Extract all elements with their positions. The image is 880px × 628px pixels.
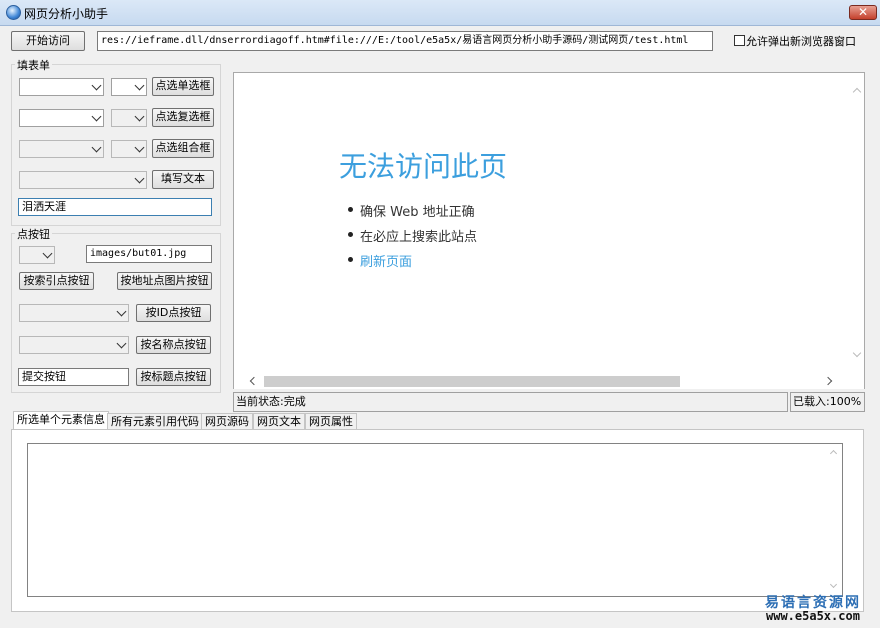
click-by-image-button[interactable]: 按地址点图片按钮 [117, 272, 212, 290]
button-id-combo[interactable] [19, 304, 129, 322]
allow-popup-label: 允许弹出新浏览器窗口 [746, 35, 856, 48]
chevron-down-icon [91, 142, 102, 153]
tab-page-text[interactable]: 网页文本 [253, 413, 305, 429]
click-button-group-label: 点按钮 [15, 226, 52, 242]
button-index-combo[interactable] [19, 246, 55, 264]
scroll-down-icon[interactable] [852, 348, 862, 358]
click-combo-button[interactable]: 点选组合框 [152, 139, 214, 158]
start-visit-button[interactable]: 开始访问 [11, 31, 85, 51]
text-field-select-combo[interactable] [19, 171, 147, 189]
chevron-down-icon [134, 80, 145, 91]
tab-page-source[interactable]: 网页源码 [201, 413, 253, 429]
click-radio-button[interactable]: 点选单选框 [152, 77, 214, 96]
chevron-down-icon [134, 111, 145, 122]
click-by-index-button[interactable]: 按索引点按钮 [19, 272, 94, 290]
button-name-combo[interactable] [19, 336, 129, 354]
tab-all-element-code[interactable]: 所有元素引用代码 [107, 413, 203, 429]
title-bar [0, 0, 880, 26]
close-button[interactable]: ✕ [849, 5, 877, 20]
error-suggestions: 确保 Web 地址正确 在必应上搜索此站点 刷新页面 [347, 201, 477, 276]
scroll-up-icon[interactable] [852, 87, 862, 97]
status-loaded: 已载入:100% [790, 392, 865, 412]
chevron-down-icon [134, 173, 145, 184]
status-state: 当前状态:完成 [233, 392, 788, 412]
error-title: 无法访问此页 [339, 150, 508, 183]
chevron-down-icon [91, 80, 102, 91]
chevron-down-icon [116, 306, 127, 317]
image-path-input[interactable]: images/but01.jpg [86, 245, 212, 263]
element-info-textarea[interactable] [27, 443, 843, 597]
checkbox-select-combo[interactable] [19, 109, 104, 127]
chevron-down-icon [134, 142, 145, 153]
refresh-page-link[interactable]: 刷新页面 [347, 251, 477, 276]
chevron-down-icon [42, 248, 53, 259]
watermark-url: www.e5a5x.com [766, 609, 860, 623]
radio-index-combo[interactable] [111, 78, 147, 96]
click-by-id-button[interactable]: 按ID点按钮 [136, 304, 211, 322]
tab-selected-element-info[interactable]: 所选单个元素信息 [13, 411, 109, 429]
click-by-title-button[interactable]: 按标题点按钮 [136, 368, 211, 386]
error-item-search-bing: 在必应上搜索此站点 [347, 226, 477, 251]
horizontal-scroll-thumb[interactable] [264, 376, 680, 387]
fill-text-button[interactable]: 填写文本 [152, 170, 214, 189]
radio-select-combo[interactable] [19, 78, 104, 96]
window-title: 网页分析小助手 [24, 7, 109, 21]
combo-index-combo[interactable] [111, 140, 147, 158]
url-input[interactable]: res://ieframe.dll/dnserrordiagoff.htm#fi… [97, 31, 713, 51]
click-checkbox-button[interactable]: 点选复选框 [152, 108, 214, 127]
fill-form-group-label: 填表单 [15, 57, 52, 73]
error-item-check-url: 确保 Web 地址正确 [347, 201, 477, 226]
chevron-down-icon [116, 338, 127, 349]
allow-popup-checkbox[interactable] [734, 35, 745, 46]
tab-page-attributes[interactable]: 网页属性 [305, 413, 357, 429]
click-by-name-button[interactable]: 按名称点按钮 [136, 336, 211, 354]
combo-select-combo[interactable] [19, 140, 104, 158]
checkbox-index-combo[interactable] [111, 109, 147, 127]
button-title-input[interactable]: 提交按钮 [18, 368, 129, 386]
app-globe-icon [6, 5, 21, 20]
chevron-down-icon [91, 111, 102, 122]
browser-view[interactable]: 无法访问此页 确保 Web 地址正确 在必应上搜索此站点 刷新页面 [233, 72, 865, 389]
fill-text-input[interactable]: 泪洒天涯 [18, 198, 212, 216]
